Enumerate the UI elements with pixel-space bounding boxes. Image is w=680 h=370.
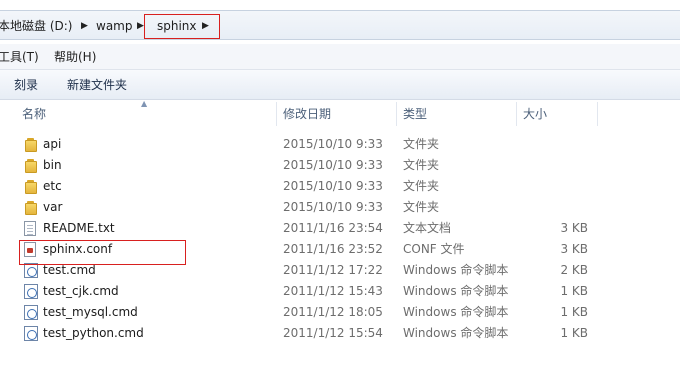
column-divider[interactable] [597, 102, 598, 126]
breadcrumb-arrow-icon[interactable]: ▶ [81, 11, 88, 41]
file-size: 1 KB [560, 326, 588, 340]
file-row-bin[interactable]: bin 2015/10/10 9:33 文件夹 [0, 155, 680, 176]
file-modified: 2015/10/10 9:33 [283, 158, 383, 172]
file-row-etc[interactable]: etc 2015/10/10 9:33 文件夹 [0, 176, 680, 197]
file-modified: 2011/1/16 23:54 [283, 221, 383, 235]
column-header-size[interactable]: 大小 [523, 100, 547, 128]
file-size: 1 KB [560, 305, 588, 319]
file-type: 文件夹 [403, 137, 440, 151]
new-folder-button[interactable]: 新建文件夹 [67, 70, 127, 100]
file-name: test_cjk.cmd [43, 284, 119, 298]
file-row-var[interactable]: var 2015/10/10 9:33 文件夹 [0, 197, 680, 218]
command-script-icon [24, 263, 38, 278]
file-modified: 2011/1/16 23:52 [283, 242, 383, 256]
burn-button[interactable]: 刻录 [14, 70, 38, 100]
file-type: 文件夹 [403, 158, 440, 172]
column-header-modified[interactable]: 修改日期 [283, 100, 331, 128]
file-name: test_mysql.cmd [43, 305, 138, 319]
file-size: 3 KB [560, 221, 588, 235]
column-divider[interactable] [396, 102, 397, 126]
column-divider[interactable] [276, 102, 277, 126]
address-bar[interactable]: 本地磁盘 (D:) ▶ wamp ▶ sphinx ▶ [0, 10, 680, 40]
file-row-readme[interactable]: README.txt 2011/1/16 23:54 文本文档 3 KB [0, 218, 680, 239]
breadcrumb-local-disk-d[interactable]: 本地磁盘 (D:) [0, 11, 72, 41]
annotation-highlight-box [144, 14, 220, 39]
file-size: 3 KB [560, 242, 588, 256]
command-bar: 刻录 新建文件夹 [0, 70, 680, 100]
file-modified: 2015/10/10 9:33 [283, 137, 383, 151]
breadcrumb-wamp[interactable]: wamp [96, 11, 132, 41]
file-type: CONF 文件 [403, 242, 465, 256]
file-row-test-mysql-cmd[interactable]: test_mysql.cmd 2011/1/12 18:05 Windows 命… [0, 302, 680, 323]
file-type: 文件夹 [403, 179, 440, 193]
file-type: Windows 命令脚本 [403, 284, 509, 298]
column-header-type[interactable]: 类型 [403, 100, 427, 128]
file-type: 文件夹 [403, 200, 440, 214]
column-headers: ▲ 名称 修改日期 类型 大小 [0, 99, 680, 128]
command-script-icon [24, 305, 38, 320]
file-name: test_python.cmd [43, 326, 144, 340]
folder-icon [24, 137, 38, 152]
file-modified: 2011/1/12 15:54 [283, 326, 383, 340]
file-type: Windows 命令脚本 [403, 305, 509, 319]
file-name: api [43, 137, 62, 151]
file-type: Windows 命令脚本 [403, 263, 509, 277]
breadcrumb-arrow-icon[interactable]: ▶ [137, 11, 144, 41]
file-row-test-python-cmd[interactable]: test_python.cmd 2011/1/12 15:54 Windows … [0, 323, 680, 344]
sort-ascending-icon: ▲ [141, 99, 148, 108]
annotation-highlight-box [19, 240, 186, 265]
command-script-icon [24, 284, 38, 299]
text-document-icon [24, 221, 36, 236]
file-size: 1 KB [560, 284, 588, 298]
menu-bar: 工具(T) 帮助(H) [0, 44, 680, 70]
folder-icon [24, 158, 38, 173]
file-modified: 2011/1/12 15:43 [283, 284, 383, 298]
file-type: Windows 命令脚本 [403, 326, 509, 340]
column-divider[interactable] [516, 102, 517, 126]
file-name: var [43, 200, 63, 214]
file-size: 2 KB [560, 263, 588, 277]
file-name: bin [43, 158, 62, 172]
file-modified: 2015/10/10 9:33 [283, 179, 383, 193]
file-type: 文本文档 [403, 221, 452, 235]
folder-icon [24, 200, 38, 215]
file-name: etc [43, 179, 62, 193]
file-row-api[interactable]: api 2015/10/10 9:33 文件夹 [0, 134, 680, 155]
menu-help[interactable]: 帮助(H) [54, 44, 96, 70]
folder-icon [24, 179, 38, 194]
file-modified: 2015/10/10 9:33 [283, 200, 383, 214]
file-modified: 2011/1/12 18:05 [283, 305, 383, 319]
file-modified: 2011/1/12 17:22 [283, 263, 383, 277]
column-header-name[interactable]: 名称 [22, 100, 46, 128]
file-row-test-cjk-cmd[interactable]: test_cjk.cmd 2011/1/12 15:43 Windows 命令脚… [0, 281, 680, 302]
file-name: README.txt [43, 221, 115, 235]
command-script-icon [24, 326, 38, 341]
menu-tools[interactable]: 工具(T) [0, 44, 39, 70]
